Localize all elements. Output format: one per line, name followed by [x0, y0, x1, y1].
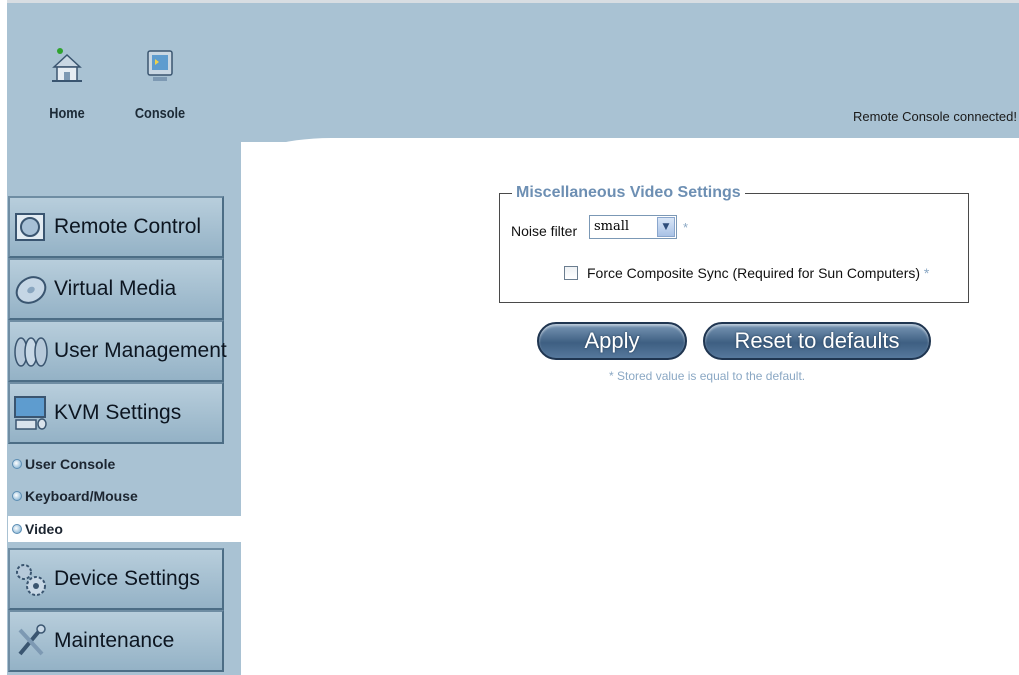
sidebar-subitem-user-console[interactable]: User Console [8, 451, 242, 477]
users-icon [14, 337, 48, 367]
sidebar-item-remote-control[interactable]: Remote Control [8, 196, 224, 258]
default-marker: * [683, 220, 689, 235]
noise-filter-select[interactable]: small ▼ [589, 215, 677, 239]
default-value-hint: * Stored value is equal to the default. [609, 369, 806, 383]
noise-filter-label: Noise filter [511, 223, 578, 239]
sidebar-subitem-label: User Console [25, 456, 116, 472]
header-band: Home Console Remote Console connected! [7, 0, 1019, 142]
sidebar-subitem-video[interactable]: Video [8, 516, 242, 542]
sidebar-item-device-settings[interactable]: Device Settings [8, 548, 224, 610]
sidebar-item-label: User Management [54, 339, 227, 362]
sidebar-item-kvm-settings[interactable]: KVM Settings [8, 382, 224, 444]
monitor-icon [14, 396, 47, 430]
composite-sync-label: Force Composite Sync (Required for Sun C… [587, 265, 930, 281]
chevron-down-icon[interactable]: ▼ [657, 217, 675, 237]
sidebar-item-virtual-media[interactable]: Virtual Media [8, 258, 224, 320]
console-link[interactable]: Console [125, 47, 195, 127]
gears-icon [16, 564, 46, 596]
default-marker: * [923, 265, 930, 281]
noise-filter-value: small [594, 219, 630, 234]
home-label: Home [49, 105, 85, 122]
sidebar-item-user-management[interactable]: User Management [8, 320, 227, 382]
disc-icon [15, 276, 47, 304]
bullet-icon [12, 459, 22, 469]
home-icon [52, 48, 82, 82]
remote-control-icon [15, 213, 45, 241]
sidebar-item-label: KVM Settings [54, 401, 182, 424]
tools-icon [18, 624, 46, 656]
reset-to-defaults-button[interactable]: Reset to defaults [703, 322, 931, 360]
sidebar-subitem-label: Keyboard/Mouse [25, 488, 138, 504]
console-label: Console [134, 105, 186, 122]
home-link[interactable]: Home [32, 47, 102, 127]
sidebar-item-maintenance[interactable]: Maintenance [8, 610, 224, 672]
composite-sync-checkbox[interactable] [564, 266, 578, 280]
sidebar-item-label: Remote Control [54, 215, 202, 238]
console-icon [147, 50, 173, 81]
sidebar-item-label: Virtual Media [54, 277, 177, 300]
sidebar-item-label: Device Settings [54, 567, 200, 590]
sidebar-item-label: Maintenance [54, 629, 175, 652]
video-settings-fieldset: Miscellaneous Video Settings Noise filte… [499, 184, 969, 303]
sidebar-subitem-label: Video [25, 521, 63, 537]
sidebar-subitem-keyboard-mouse[interactable]: Keyboard/Mouse [8, 483, 242, 509]
apply-button[interactable]: Apply [537, 322, 687, 360]
fieldset-legend: Miscellaneous Video Settings [512, 184, 745, 202]
bullet-icon [12, 524, 22, 534]
bullet-icon [12, 491, 22, 501]
connection-status: Remote Console connected! [852, 109, 1017, 124]
